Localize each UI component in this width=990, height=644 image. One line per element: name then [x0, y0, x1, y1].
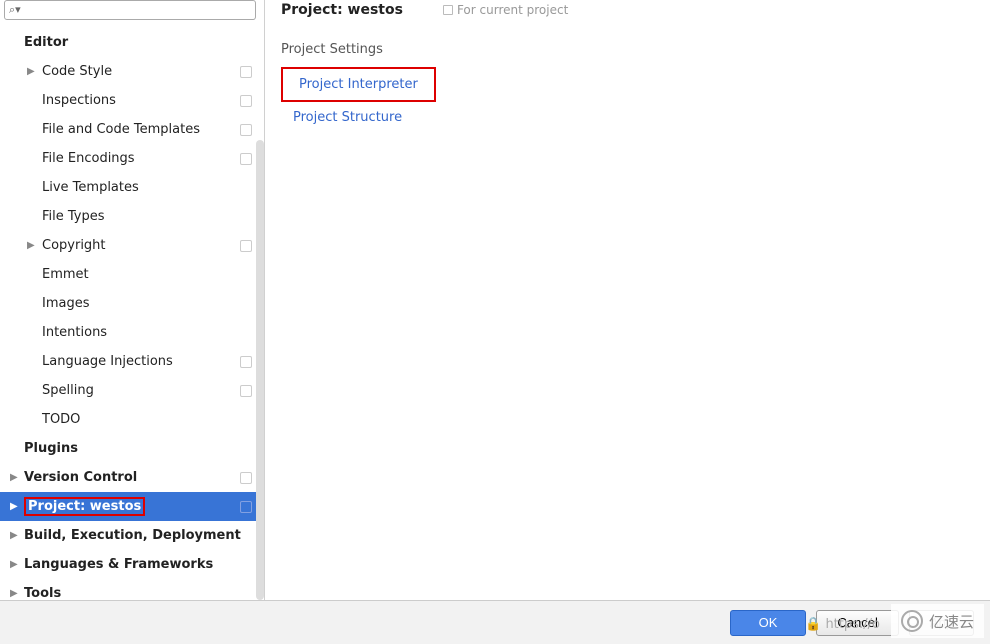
tree-label: Languages & Frameworks — [24, 557, 213, 572]
tree-item-todo[interactable]: TODO — [0, 405, 264, 434]
schema-badge-icon — [240, 501, 252, 513]
tree-item-file-code-templates[interactable]: File and Code Templates — [0, 115, 264, 144]
tree-label: Inspections — [42, 93, 116, 108]
for-project-text: For current project — [457, 3, 568, 17]
lock-icon: 🔒 — [805, 617, 821, 632]
search-input[interactable] — [23, 3, 251, 17]
schema-badge-icon — [240, 66, 252, 78]
tree-item-spelling[interactable]: Spelling — [0, 376, 264, 405]
tree-label: Emmet — [42, 267, 89, 282]
chevron-right-icon: ▶ — [27, 66, 35, 77]
tree-label: Build, Execution, Deployment — [24, 528, 241, 543]
tree-item-emmet[interactable]: Emmet — [0, 260, 264, 289]
settings-main-panel: Project: westos For current project Proj… — [265, 0, 990, 600]
tree-item-project[interactable]: ▶ Project: westos — [0, 492, 264, 521]
tree-item-images[interactable]: Images — [0, 289, 264, 318]
tree-label: Intentions — [42, 325, 107, 340]
tree-group-editor[interactable]: Editor — [0, 28, 264, 57]
chevron-right-icon: ▶ — [10, 472, 18, 483]
schema-badge-icon — [240, 356, 252, 368]
tree-item-file-encodings[interactable]: File Encodings — [0, 144, 264, 173]
section-label: Project Settings — [281, 42, 974, 57]
search-icon: ⌕▾ — [9, 3, 21, 17]
link-project-interpreter[interactable]: Project Interpreter — [281, 67, 436, 102]
for-current-project-label: For current project — [443, 3, 568, 17]
tree-item-code-style[interactable]: ▶ Code Style — [0, 57, 264, 86]
watermark: 亿速云 — [891, 604, 984, 638]
schema-badge-icon — [240, 240, 252, 252]
tree-label: Tools — [24, 586, 61, 600]
settings-sidebar: ⌕▾ Editor ▶ Code Style Inspections File … — [0, 0, 265, 600]
tree-label: File and Code Templates — [42, 122, 200, 137]
ok-button[interactable]: OK — [730, 610, 807, 636]
tree-label: Language Injections — [42, 354, 173, 369]
panel-title: Project: westos — [281, 2, 403, 18]
tree-label: Images — [42, 296, 90, 311]
tree-label: TODO — [42, 412, 80, 427]
schema-badge-icon — [240, 95, 252, 107]
chevron-right-icon: ▶ — [27, 240, 35, 251]
tree-item-version-control[interactable]: ▶ Version Control — [0, 463, 264, 492]
watermark-text: 亿速云 — [929, 611, 974, 632]
tree-label: File Encodings — [42, 151, 135, 166]
search-row: ⌕▾ — [0, 0, 264, 26]
tree-label: Editor — [24, 35, 68, 50]
chevron-right-icon: ▶ — [10, 501, 18, 512]
tree-item-live-templates[interactable]: Live Templates — [0, 173, 264, 202]
tree-item-language-injections[interactable]: Language Injections — [0, 347, 264, 376]
chevron-right-icon: ▶ — [10, 559, 18, 570]
tree-item-intentions[interactable]: Intentions — [0, 318, 264, 347]
watermark-logo-icon — [901, 610, 923, 632]
tree-label: Live Templates — [42, 180, 139, 195]
chevron-right-icon: ▶ — [10, 530, 18, 541]
tree-label: Copyright — [42, 238, 106, 253]
panel-title-row: Project: westos For current project — [281, 0, 974, 20]
url-text: https://o — [825, 617, 880, 632]
scrollbar-vertical[interactable] — [256, 140, 264, 600]
schema-badge-icon — [443, 5, 453, 15]
tree-item-languages-frameworks[interactable]: ▶ Languages & Frameworks — [0, 550, 264, 579]
tree-label: Spelling — [42, 383, 94, 398]
chevron-right-icon: ▶ — [10, 588, 18, 599]
tree-item-inspections[interactable]: Inspections — [0, 86, 264, 115]
schema-badge-icon — [240, 472, 252, 484]
tree-label: Project: westos — [24, 497, 145, 516]
url-overlay: 🔒 https://o — [805, 617, 880, 632]
tree-item-tools[interactable]: ▶ Tools — [0, 579, 264, 600]
schema-badge-icon — [240, 385, 252, 397]
link-project-structure[interactable]: Project Structure — [281, 104, 414, 131]
settings-tree[interactable]: Editor ▶ Code Style Inspections File and… — [0, 26, 264, 600]
tree-label: Code Style — [42, 64, 112, 79]
tree-item-plugins[interactable]: Plugins — [0, 434, 264, 463]
tree-label: File Types — [42, 209, 105, 224]
tree-item-file-types[interactable]: File Types — [0, 202, 264, 231]
tree-label: Version Control — [24, 470, 137, 485]
search-box[interactable]: ⌕▾ — [4, 0, 256, 20]
schema-badge-icon — [240, 124, 252, 136]
tree-label: Plugins — [24, 441, 78, 456]
tree-item-copyright[interactable]: ▶ Copyright — [0, 231, 264, 260]
schema-badge-icon — [240, 153, 252, 165]
tree-item-build-exec-deploy[interactable]: ▶ Build, Execution, Deployment — [0, 521, 264, 550]
